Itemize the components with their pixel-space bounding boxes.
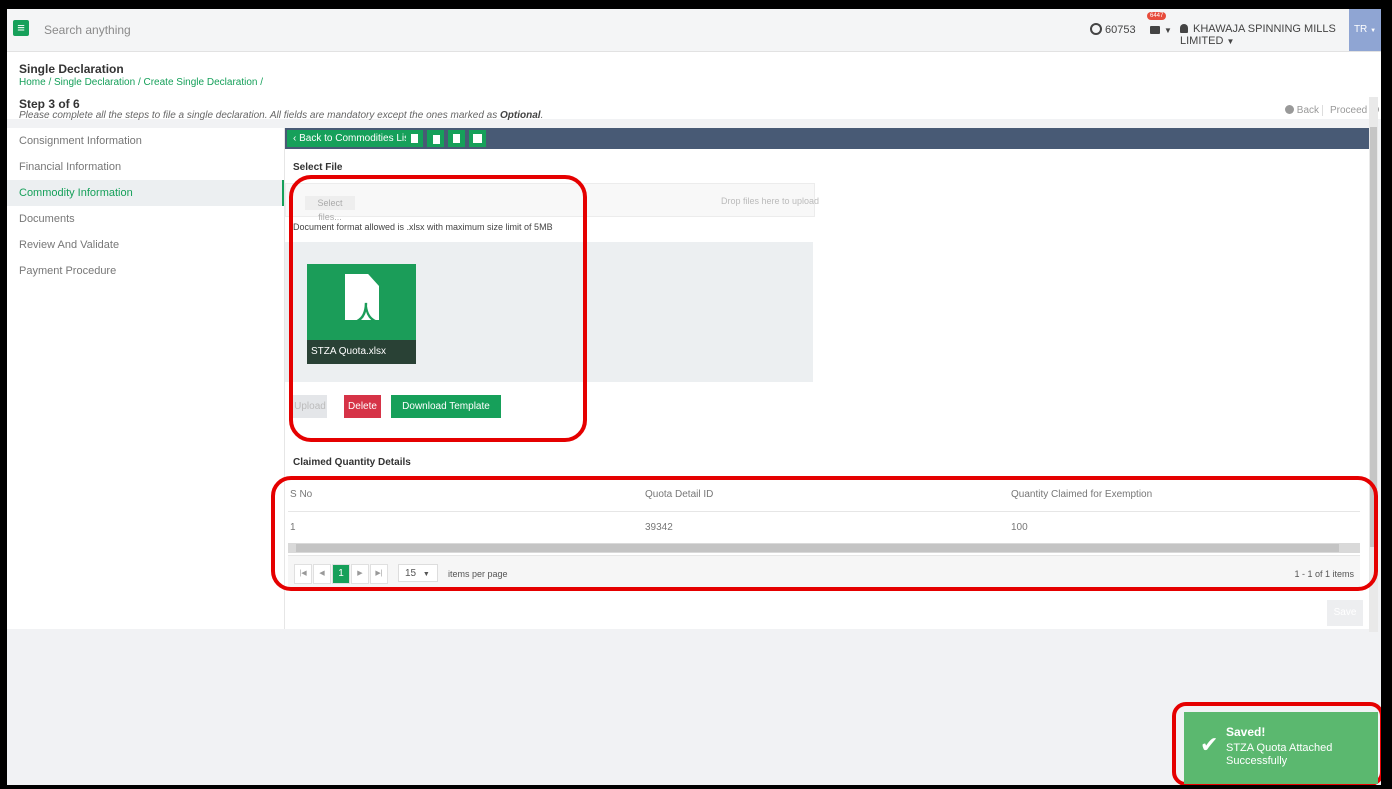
check-icon: ✔ (1200, 732, 1219, 757)
sidebar-item-review[interactable]: Review And Validate (7, 232, 284, 258)
annotation-claimed-table (271, 476, 1378, 591)
document-glyph (453, 134, 460, 143)
mail-icon (1150, 26, 1160, 34)
menu-icon[interactable]: ≡ (13, 20, 29, 36)
instructions-text: Please complete all the steps to file a … (19, 110, 498, 121)
select-file-label: Select File (293, 162, 343, 173)
step-indicator: Step 3 of 6 (19, 97, 80, 111)
top-bar: ≡ Search anything 60753 6447 ▼ KHAWAJA S… (7, 9, 1381, 52)
save-button[interactable]: Save (1327, 600, 1363, 626)
claimed-quantity-title: Claimed Quantity Details (293, 457, 411, 468)
optional-word: Optional (500, 110, 541, 121)
user-initials: TR (1353, 24, 1368, 35)
user-avatar-menu[interactable]: TR ▼ (1349, 9, 1381, 51)
notification-badge: 6447 (1147, 12, 1167, 20)
step-instructions: Please complete all the steps to file a … (19, 110, 544, 121)
caret-down-icon: ▼ (1226, 37, 1235, 46)
grid-glyph (432, 134, 441, 145)
toolbar-document-icon[interactable] (448, 130, 465, 147)
steps-sidebar: Consignment Information Financial Inform… (7, 128, 285, 629)
back-to-commodities-button[interactable]: ‹ Back to Commodities List (287, 130, 418, 147)
toolbar-building-icon[interactable] (469, 130, 486, 147)
caret-down-icon: ▼ (1370, 28, 1377, 34)
breadcrumb[interactable]: Home / Single Declaration / Create Singl… (19, 77, 263, 88)
proceed-label: Proceed (1330, 105, 1368, 116)
toolbar-grid-icon[interactable] (427, 130, 444, 147)
page-title: Single Declaration (19, 62, 124, 76)
success-toast[interactable]: ✔ Saved! STZA Quota Attached Successfull… (1184, 712, 1378, 784)
commodity-toolbar: ‹ Back to Commodities List (285, 128, 1371, 149)
toolbar-download-icon[interactable] (406, 130, 423, 147)
company-name: KHAWAJA SPINNING MILLS LIMITED (1180, 23, 1336, 47)
building-glyph (473, 134, 482, 143)
user-icon (1180, 24, 1188, 33)
sidebar-item-commodity[interactable]: Commodity Information (7, 180, 284, 206)
sidebar-item-consignment[interactable]: Consignment Information (7, 128, 284, 154)
points-counter[interactable]: 60753 (1090, 23, 1136, 36)
back-button[interactable]: Back (1285, 105, 1319, 116)
back-label: Back (1296, 105, 1320, 116)
search-input[interactable]: Search anything (44, 23, 131, 37)
points-value: 60753 (1105, 24, 1136, 36)
sidebar-item-payment[interactable]: Payment Procedure (7, 258, 284, 284)
coin-icon (1090, 23, 1102, 35)
back-to-commodities-label: Back to Commodities List (299, 133, 412, 144)
caret-down-icon: ▼ (1164, 26, 1172, 35)
download-glyph (411, 134, 418, 143)
back-circle-icon (1285, 105, 1294, 114)
annotation-upload-section (289, 175, 587, 442)
toast-title: Saved! (1226, 725, 1266, 739)
sidebar-item-documents[interactable]: Documents (7, 206, 284, 232)
notifications-button[interactable]: 6447 ▼ (1147, 12, 1173, 41)
toast-message: STZA Quota Attached Successfully (1226, 742, 1333, 767)
sidebar-item-financial[interactable]: Financial Information (7, 154, 284, 180)
drop-hint: Drop files here to upload (721, 196, 820, 206)
app-screen: ≡ Search anything 60753 6447 ▼ KHAWAJA S… (7, 9, 1381, 785)
